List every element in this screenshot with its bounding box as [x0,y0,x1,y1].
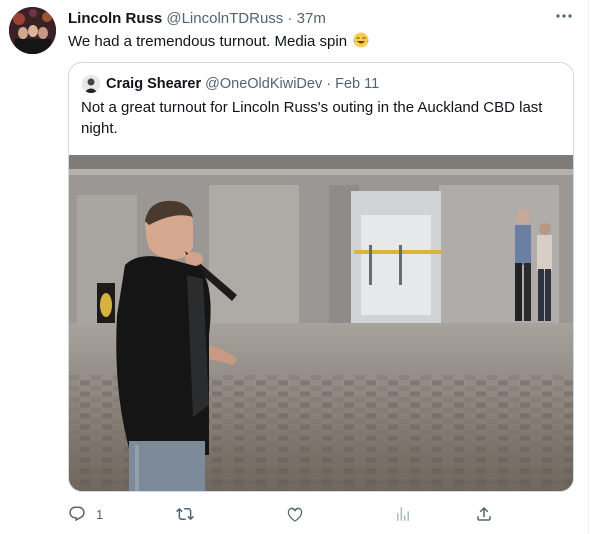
action-bar: 1 [68,500,508,528]
retweet-icon [176,505,194,523]
tweet-body: We had a tremendous turnout. Media spin [68,33,348,50]
like-icon [286,505,304,523]
separator-dot: · [287,10,293,27]
retweet-button[interactable] [176,500,204,528]
quoted-author-name[interactable]: Craig Shearer [106,76,201,92]
reply-button[interactable]: 1 [68,500,103,528]
author-handle[interactable]: @LincolnTDRuss [166,10,283,27]
author-name[interactable]: Lincoln Russ [68,10,162,27]
like-button[interactable] [286,500,314,528]
quoted-date[interactable]: Feb 11 [335,76,379,92]
views-icon [394,505,412,523]
tweet-text: We had a tremendous turnout. Media spin [68,31,568,53]
reply-count: 1 [96,506,104,522]
quoted-photo[interactable] [69,155,573,491]
face-with-tears-of-joy-icon [353,32,369,48]
quoted-avatar[interactable] [82,75,100,93]
timestamp[interactable]: 37m [297,10,326,27]
avatar[interactable] [9,7,56,54]
share-icon [475,505,493,523]
quoted-tweet-card[interactable]: Craig Shearer @OneOldKiwiDev · Feb 11 No… [68,62,574,492]
quoted-text: Not a great turnout for Lincoln Russ's o… [81,99,543,137]
more-icon[interactable] [552,6,576,28]
quoted-header: Craig Shearer @OneOldKiwiDev · Feb 11 [106,74,546,94]
reply-icon [68,505,86,523]
timeline-divider [588,0,589,534]
tweet-header: Lincoln Russ @LincolnTDRuss · 37m [68,8,548,30]
views-button[interactable] [394,500,422,528]
quoted-author-handle[interactable]: @OneOldKiwiDev [205,76,322,92]
share-button[interactable] [475,500,493,528]
quoted-separator-dot: · [326,76,332,92]
